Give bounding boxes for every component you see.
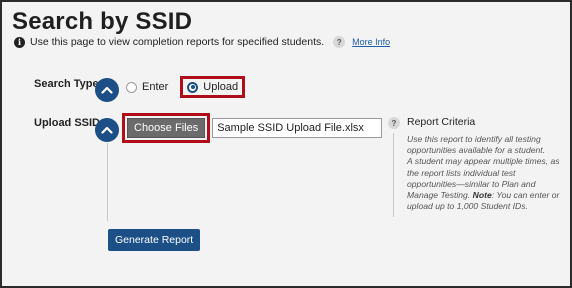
upload-ssid-collapse-button[interactable] [95,118,119,142]
radio-enter-circle[interactable] [126,81,137,93]
upload-ssid-label: Upload SSID [34,117,101,129]
radio-enter[interactable]: Enter [126,81,168,93]
page-frame: Search by SSID i Use this page to view c… [0,0,572,288]
choose-files-highlight: Choose Files [122,113,211,143]
generate-report-button[interactable]: Generate Report [108,229,201,251]
criteria-help-icon[interactable]: ? [388,117,400,129]
radio-enter-label: Enter [142,81,169,93]
file-name-field[interactable]: Sample SSID Upload File.xlsx [212,118,383,138]
upload-highlight: Upload [180,76,246,98]
radio-upload-circle[interactable] [187,81,199,93]
search-type-label: Search Type [34,78,99,90]
help-icon[interactable]: ? [333,36,346,48]
report-criteria-text: Use this report to identify all testing … [407,134,567,212]
page-title: Search by SSID [12,8,193,35]
radio-upload[interactable]: Upload [187,81,238,93]
radio-upload-label: Upload [203,81,239,93]
step-connector-line [107,143,108,221]
search-type-collapse-button[interactable] [95,78,119,102]
info-icon: i [14,36,25,48]
chevron-up-icon [101,126,113,134]
choose-files-button[interactable]: Choose Files [127,118,206,138]
report-criteria-title: Report Criteria [407,116,476,128]
page-subtitle: Use this page to view completion reports… [30,36,325,48]
more-info-link[interactable]: More Info [352,37,390,47]
criteria-note-label: Note [472,190,492,201]
criteria-paragraph-1: Use this report to identify all testing … [407,134,546,156]
criteria-divider [393,133,394,217]
search-type-options: Enter Upload [126,76,246,98]
chevron-up-icon [101,86,113,94]
file-upload-row: Choose Files Sample SSID Upload File.xls… [122,113,383,143]
page-subtitle-row: i Use this page to view completion repor… [14,36,390,48]
